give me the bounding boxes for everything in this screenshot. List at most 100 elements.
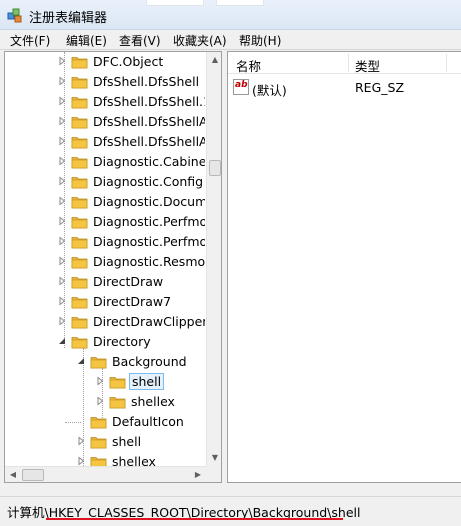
expand-arrow-icon[interactable] (57, 296, 67, 306)
expand-arrow-icon[interactable] (95, 376, 105, 386)
expand-arrow-icon[interactable] (57, 136, 67, 146)
column-divider[interactable] (348, 54, 349, 72)
tree-item-label: shell (129, 373, 165, 390)
tree-item-label: DFC.Object (93, 54, 164, 69)
expand-arrow-icon[interactable] (57, 256, 67, 266)
tree-item[interactable]: Diagnostic.Cabinet (5, 152, 205, 172)
folder-icon (71, 277, 88, 289)
expand-arrow-icon[interactable] (57, 316, 67, 326)
tree-item[interactable]: Background (5, 352, 205, 372)
tree-item[interactable]: Diagnostic.Documer (5, 192, 205, 212)
tree-item[interactable]: shellex (5, 392, 205, 412)
expand-arrow-icon[interactable] (57, 116, 67, 126)
tree-item-label: Directory (93, 334, 151, 349)
tree-item-label: DfsShell.DfsShell (93, 74, 200, 89)
column-header-name[interactable]: 名称 (236, 56, 261, 75)
tree-item[interactable]: DirectDraw (5, 272, 205, 292)
expand-arrow-icon[interactable] (57, 236, 67, 246)
title-bar-ghost-tab (146, 0, 204, 6)
tree-item[interactable]: Diagnostic.Config (5, 172, 205, 192)
menu-view[interactable]: 查看(V) (117, 32, 163, 49)
tree-horizontal-scrollbar[interactable]: ◀ ▶ (5, 466, 206, 482)
tree-vertical-scrollbar[interactable]: ▲ ▼ (206, 52, 221, 466)
path-underline-annotation (46, 518, 343, 520)
tree-item[interactable]: DfsShell.DfsShellAdr (5, 132, 205, 152)
tree-item-label: DefaultIcon (112, 414, 184, 429)
menu-file[interactable]: 文件(F) (8, 32, 52, 49)
tree-item-label: DirectDraw (93, 274, 164, 289)
folder-icon (71, 77, 88, 89)
tree-item[interactable]: DfsShell.DfsShell.1 (5, 92, 205, 112)
values-list-header: 名称 类型 (228, 52, 461, 74)
expand-arrow-icon[interactable] (57, 96, 67, 106)
expand-arrow-icon[interactable] (57, 276, 67, 286)
tree-item[interactable]: DfsShell.DfsShellAdr (5, 112, 205, 132)
status-bar: 计算机\HKEY_CLASSES_ROOT\Directory\Backgrou… (0, 496, 461, 526)
tree-item-label: shell (112, 434, 142, 449)
tree-item[interactable]: shell (5, 432, 205, 452)
value-row[interactable]: ab (默认) REG_SZ (228, 77, 461, 98)
tree-item[interactable]: DfsShell.DfsShell (5, 72, 205, 92)
tree-item[interactable]: DefaultIcon (5, 412, 205, 432)
scroll-up-arrow-icon[interactable]: ▲ (207, 52, 221, 68)
scroll-right-arrow-icon[interactable]: ▶ (190, 467, 206, 482)
tree-item[interactable]: Diagnostic.Resmon. (5, 252, 205, 272)
expand-arrow-icon[interactable] (57, 196, 67, 206)
folder-icon (71, 297, 88, 309)
folder-icon (71, 197, 88, 209)
tree-item-label: DirectDraw7 (93, 294, 172, 309)
folder-icon (71, 337, 88, 349)
tree-item[interactable]: DFC.Object (5, 52, 205, 72)
tree-vertical-scroll-thumb[interactable] (209, 160, 221, 176)
collapse-arrow-icon[interactable] (57, 336, 67, 346)
scroll-down-arrow-icon[interactable]: ▼ (207, 450, 221, 466)
tree-item[interactable]: shell (5, 372, 205, 392)
column-divider[interactable] (446, 54, 447, 72)
expand-arrow-icon[interactable] (57, 176, 67, 186)
expand-arrow-icon[interactable] (57, 76, 67, 86)
folder-icon (71, 137, 88, 149)
tree-item[interactable]: DirectDraw7 (5, 292, 205, 312)
folder-icon (71, 177, 88, 189)
expand-arrow-icon[interactable] (57, 156, 67, 166)
folder-icon (71, 257, 88, 269)
expand-arrow-icon[interactable] (57, 56, 67, 66)
tree-item-label: DfsShell.DfsShellAdr (93, 114, 205, 129)
tree-item-label: Diagnostic.Cabinet (93, 154, 205, 169)
tree-item-label: Diagnostic.Documer (93, 194, 205, 209)
tree-item-label: Diagnostic.Perfmon (93, 214, 205, 229)
values-list-pane[interactable]: 名称 类型 ab (默认) REG_SZ (227, 51, 461, 483)
tree-item[interactable]: Diagnostic.Perfmon (5, 212, 205, 232)
regedit-window: 注册表编辑器 文件(F) 编辑(E) 查看(V) 收藏夹(A) 帮助(H) DF… (0, 0, 461, 526)
folder-icon (71, 97, 88, 109)
folder-icon (71, 117, 88, 129)
regedit-app-icon (7, 8, 22, 23)
scroll-left-arrow-icon[interactable]: ◀ (5, 467, 21, 482)
folder-icon (90, 357, 107, 369)
key-tree: DFC.Object DfsShell.DfsShell DfsShell.DfsS… (5, 52, 205, 482)
expand-arrow-icon[interactable] (76, 456, 86, 466)
tree-horizontal-scroll-thumb[interactable] (22, 469, 44, 481)
tree-item-label: Diagnostic.Perfmon (93, 234, 205, 249)
collapse-arrow-icon[interactable] (76, 356, 86, 366)
tree-item-label: DfsShell.DfsShellAdr (93, 134, 205, 149)
folder-icon (71, 237, 88, 249)
value-type: REG_SZ (355, 80, 405, 95)
column-header-type[interactable]: 类型 (355, 56, 380, 75)
key-tree-pane[interactable]: DFC.Object DfsShell.DfsShell DfsShell.DfsS… (4, 51, 222, 483)
tree-guide-line (65, 422, 81, 423)
menu-edit[interactable]: 编辑(E) (64, 32, 109, 49)
title-bar: 注册表编辑器 (0, 0, 461, 30)
tree-item-label: DfsShell.DfsShell.1 (93, 94, 205, 109)
tree-item[interactable]: Directory (5, 332, 205, 352)
menu-help[interactable]: 帮助(H) (237, 32, 283, 49)
tree-item-label: Diagnostic.Resmon. (93, 254, 205, 269)
tree-item-label: DirectDrawClipper (93, 314, 205, 329)
menu-favorites[interactable]: 收藏夹(A) (171, 32, 229, 49)
expand-arrow-icon[interactable] (57, 216, 67, 226)
tree-item[interactable]: DirectDrawClipper (5, 312, 205, 332)
expand-arrow-icon[interactable] (95, 396, 105, 406)
folder-icon (71, 317, 88, 329)
expand-arrow-icon[interactable] (76, 436, 86, 446)
tree-item[interactable]: Diagnostic.Perfmon (5, 232, 205, 252)
